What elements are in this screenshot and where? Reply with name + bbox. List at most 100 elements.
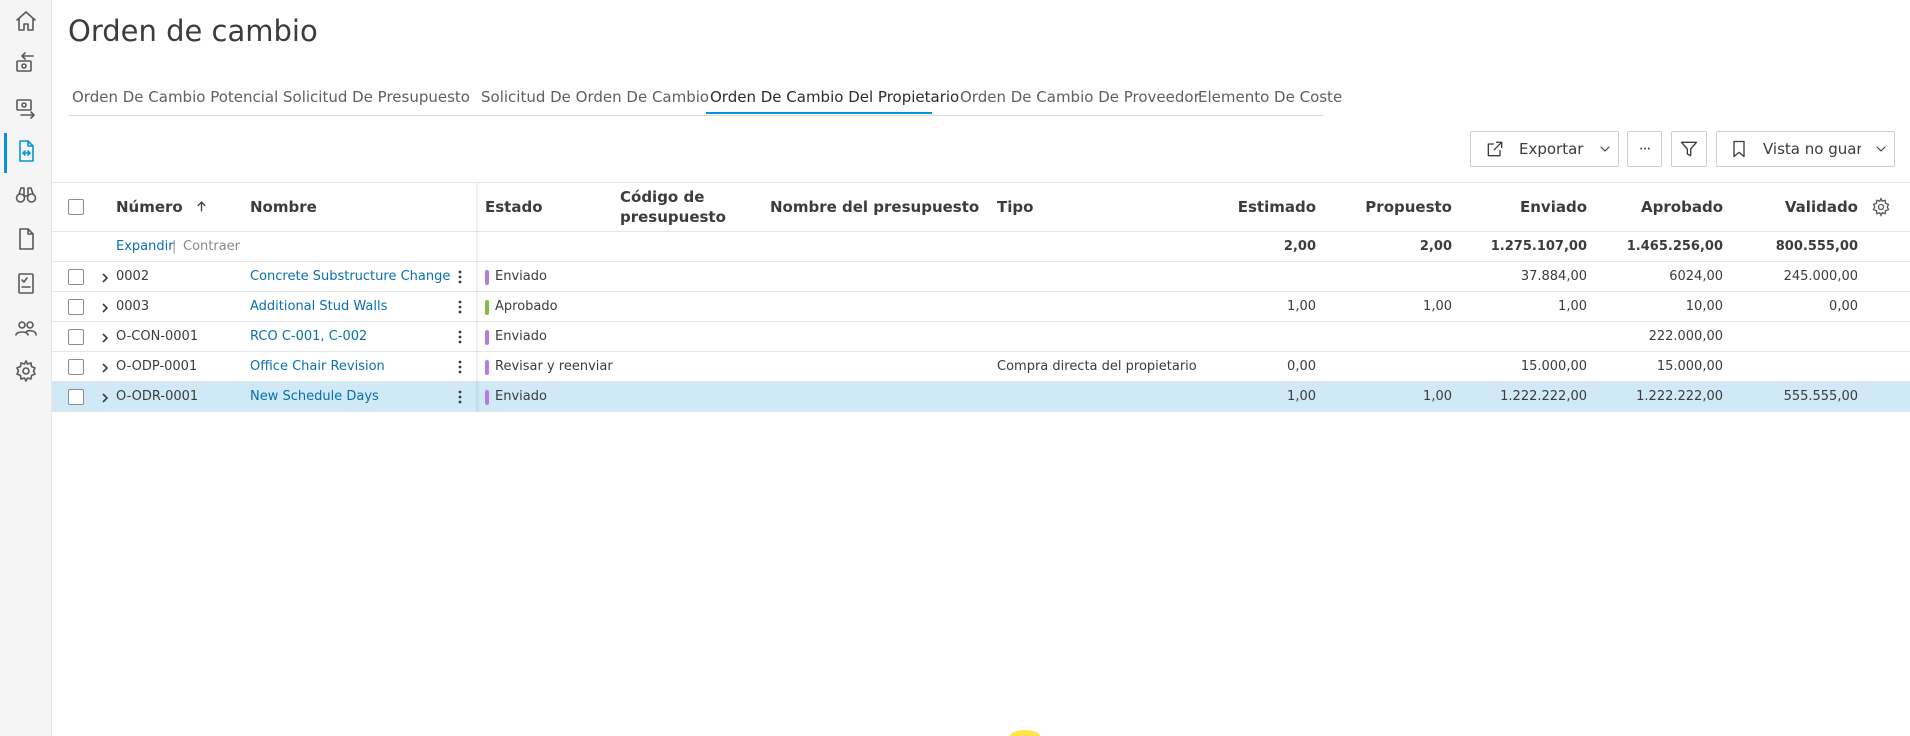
settings-icon[interactable] xyxy=(12,357,40,385)
table-row[interactable]: O-ODR-0001 New Schedule Days Enviado 1,0… xyxy=(52,381,1910,411)
row-name-link[interactable]: Concrete Substructure Change xyxy=(250,262,450,292)
sort-ascending-icon xyxy=(197,201,206,212)
row-actions-icon[interactable] xyxy=(452,269,468,285)
row-actions-icon[interactable] xyxy=(452,299,468,315)
column-header-type[interactable]: Tipo xyxy=(997,198,1033,216)
saved-view-dropdown[interactable]: Vista no guardа xyxy=(1716,131,1895,167)
total-approved: 1.465.256,00 xyxy=(1626,239,1723,254)
column-header-estimated[interactable]: Estimado xyxy=(1216,198,1316,216)
column-header-validated[interactable]: Validado xyxy=(1758,198,1858,216)
row-actions-icon[interactable] xyxy=(452,329,468,345)
row-estimated: 0,00 xyxy=(1287,359,1316,374)
row-name-link[interactable]: Office Chair Revision xyxy=(250,352,385,382)
column-settings-icon[interactable] xyxy=(1871,197,1891,217)
chevron-right-icon[interactable] xyxy=(98,300,112,314)
row-actions-icon[interactable] xyxy=(452,359,468,375)
chevron-right-icon[interactable] xyxy=(98,270,112,284)
row-checkbox[interactable] xyxy=(68,299,84,315)
row-status: Revisar y reenviar xyxy=(495,359,613,374)
total-estimated: 2,00 xyxy=(1283,239,1316,254)
pinned-columns-divider xyxy=(476,183,480,412)
column-header-budget-code[interactable]: Código de presupuesto xyxy=(620,188,726,226)
row-checkbox[interactable] xyxy=(68,269,84,285)
column-header-budget-name[interactable]: Nombre del presupuesto xyxy=(770,198,979,216)
row-number: 0003 xyxy=(116,299,150,314)
row-checkbox[interactable] xyxy=(68,329,84,345)
row-checkbox[interactable] xyxy=(68,359,84,375)
status-indicator xyxy=(485,330,489,345)
tab-budget-request[interactable]: Solicitud De Presupuesto xyxy=(283,86,470,116)
row-checkbox[interactable] xyxy=(68,389,84,405)
row-number: 0002 xyxy=(116,269,150,284)
column-header-sent[interactable]: Enviado xyxy=(1487,198,1587,216)
row-approved: 10,00 xyxy=(1685,299,1723,314)
row-status: Enviado xyxy=(495,269,547,284)
total-sent: 1.275.107,00 xyxy=(1490,239,1587,254)
row-approved: 6024,00 xyxy=(1669,269,1723,284)
row-estimated: 1,00 xyxy=(1287,299,1316,314)
tab-bar: Orden De Cambio Potencial Solicitud De P… xyxy=(68,86,1342,116)
table-row[interactable]: O-ODP-0001 Office Chair Revision Revisar… xyxy=(52,351,1910,381)
tab-cost-item[interactable]: Elemento De Coste xyxy=(1198,86,1342,116)
home-icon[interactable] xyxy=(12,7,40,35)
export-button[interactable]: Exportar xyxy=(1470,131,1619,167)
row-actions-icon[interactable] xyxy=(452,389,468,405)
saved-view-label: Vista no guardа xyxy=(1763,140,1861,158)
chevron-down-icon xyxy=(1600,146,1611,152)
tab-supplier-change-order[interactable]: Orden De Cambio De Proveedor xyxy=(960,86,1200,116)
chevron-right-icon[interactable] xyxy=(98,360,112,374)
change-in-icon[interactable] xyxy=(12,50,40,78)
sidebar xyxy=(0,0,52,736)
binoculars-icon[interactable] xyxy=(12,181,40,209)
bookmark-icon xyxy=(1733,140,1745,158)
checklist-icon[interactable] xyxy=(12,269,40,297)
more-options-button[interactable]: ··· xyxy=(1627,131,1662,167)
filter-icon xyxy=(1680,141,1698,157)
chevron-down-icon xyxy=(1876,146,1886,152)
change-order-icon[interactable] xyxy=(12,137,40,165)
column-header-proposed[interactable]: Propuesto xyxy=(1352,198,1452,216)
row-number: O-CON-0001 xyxy=(116,329,199,344)
row-estimated xyxy=(1216,262,1316,292)
table-header: Número Nombre Estado Código de presupues… xyxy=(52,183,1910,231)
row-sent: 1.222.222,00 xyxy=(1500,389,1587,404)
filter-button[interactable] xyxy=(1671,131,1707,167)
row-number: O-ODP-0001 xyxy=(116,359,198,374)
members-icon[interactable] xyxy=(12,314,40,342)
row-number: O-ODR-0001 xyxy=(116,389,199,404)
row-name-link[interactable]: New Schedule Days xyxy=(250,382,379,412)
column-header-name[interactable]: Nombre xyxy=(250,198,317,216)
column-header-approved[interactable]: Aprobado xyxy=(1623,198,1723,216)
chevron-right-icon[interactable] xyxy=(98,390,112,404)
expand-all-link[interactable]: Expandir xyxy=(116,232,174,262)
row-validated xyxy=(1758,322,1858,352)
row-name-link[interactable]: RCO C-001, C-002 xyxy=(250,322,367,352)
column-header-number[interactable]: Número xyxy=(116,198,209,216)
table-row[interactable]: O-CON-0001 RCO C-001, C-002 Enviado 222.… xyxy=(52,321,1910,351)
active-tab-indicator xyxy=(706,112,932,114)
column-budget-code-line2: presupuesto xyxy=(620,208,726,226)
table-row[interactable]: 0003 Additional Stud Walls Aprobado 1,00… xyxy=(52,291,1910,321)
change-out-icon[interactable] xyxy=(12,93,40,121)
row-sent xyxy=(1487,322,1587,352)
row-approved: 1.222.222,00 xyxy=(1636,389,1723,404)
tab-change-order-request[interactable]: Solicitud De Orden De Cambio xyxy=(481,86,709,116)
chevron-right-icon[interactable] xyxy=(98,330,112,344)
page-title: Orden de cambio xyxy=(68,14,318,48)
row-name-link[interactable]: Additional Stud Walls xyxy=(250,292,387,322)
sidebar-active-indicator xyxy=(4,133,7,173)
select-all-checkbox[interactable] xyxy=(68,199,84,215)
row-status: Aprobado xyxy=(495,299,558,314)
table-row[interactable]: 0002 Concrete Substructure Change Enviad… xyxy=(52,261,1910,291)
row-estimated: 1,00 xyxy=(1287,389,1316,404)
row-approved: 222.000,00 xyxy=(1648,329,1723,344)
row-type: Compra directa del propietario xyxy=(997,359,1197,374)
column-header-status[interactable]: Estado xyxy=(485,198,543,216)
row-proposed xyxy=(1352,322,1452,352)
collapse-all-link[interactable]: Contraer xyxy=(183,232,240,262)
tab-potential-change-order[interactable]: Orden De Cambio Potencial xyxy=(72,86,278,116)
document-icon[interactable] xyxy=(12,225,40,253)
row-sent: 15.000,00 xyxy=(1520,359,1587,374)
row-validated: 0,00 xyxy=(1829,299,1858,314)
expand-collapse-separator: | xyxy=(172,239,177,254)
